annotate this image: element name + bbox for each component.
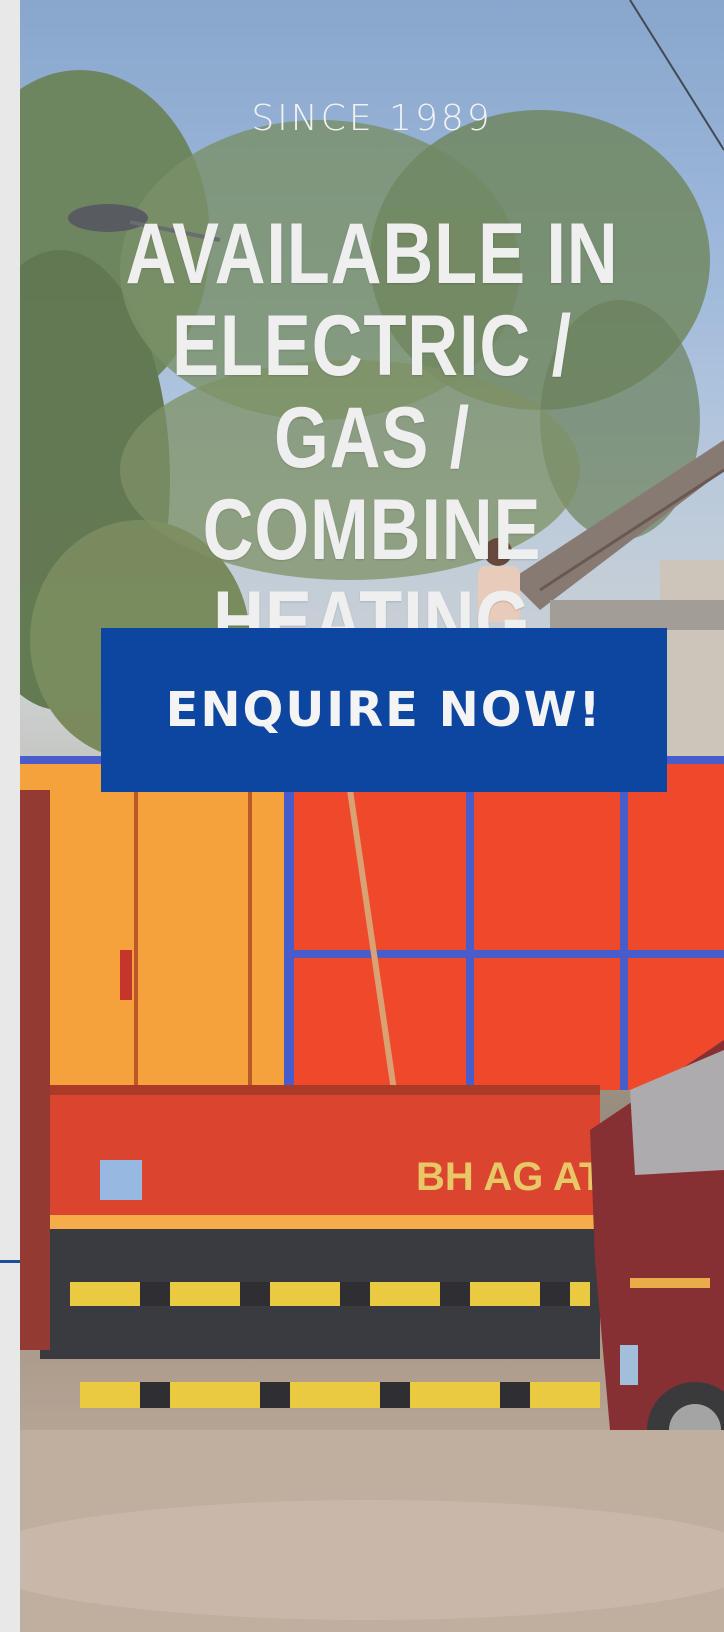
page: BH AG AT SINCE 1989 AVAILABLE IN ELECTRI… bbox=[0, 0, 724, 1632]
enquire-now-button[interactable]: ENQUIRE NOW! bbox=[101, 628, 667, 792]
accent-divider bbox=[0, 1260, 20, 1263]
hero-banner: BH AG AT SINCE 1989 AVAILABLE IN ELECTRI… bbox=[20, 0, 724, 1632]
since-tagline: SINCE 1989 bbox=[251, 98, 493, 139]
left-gutter bbox=[0, 0, 20, 1632]
